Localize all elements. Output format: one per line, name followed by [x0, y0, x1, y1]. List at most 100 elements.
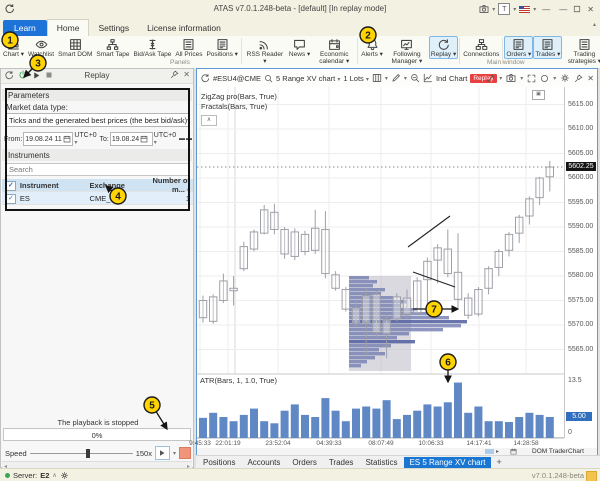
ribbon-tab-settings[interactable]: Settings	[89, 20, 138, 36]
ribbon-button-trades[interactable]: Trades ▾	[533, 36, 562, 59]
tab-positions[interactable]: Positions	[198, 457, 240, 468]
chart-screenshot-icon[interactable]	[506, 73, 516, 83]
pin-icon[interactable]	[170, 70, 179, 79]
tab-active-chart[interactable]: ES 5 Range XV chart	[404, 457, 490, 468]
price-axis[interactable]: 5615.005610.005605.005600.005595.005590.…	[564, 87, 597, 438]
ribbon-tab-home[interactable]: Home	[47, 19, 90, 37]
chart-pin-icon[interactable]	[574, 74, 583, 83]
replay-panel-title: Replay	[1, 71, 193, 80]
chart-hscrollbar[interactable]	[485, 449, 494, 454]
tab-accounts[interactable]: Accounts	[242, 457, 285, 468]
ribbon-group-divider	[241, 38, 242, 64]
resize-icon[interactable]	[486, 74, 495, 83]
trades-icon	[541, 38, 554, 51]
alerts-icon	[366, 38, 379, 51]
ribbon-button-news[interactable]: News ▾	[287, 36, 312, 59]
minimize-button[interactable]: —	[556, 5, 570, 14]
ribbon-button-trading-strategies[interactable]: Trading strategies ▾	[562, 36, 600, 66]
go-to-date-icon[interactable]	[510, 448, 517, 455]
font-settings-icon[interactable]: T	[498, 3, 510, 15]
ribbon-button-all-prices[interactable]: All Prices	[173, 36, 204, 59]
smart-tape-icon	[106, 38, 119, 51]
theme-icon[interactable]	[540, 74, 549, 83]
pane-restore-icon[interactable]: ▣	[532, 90, 545, 100]
ribbon-button-watchlist[interactable]: Watchlist	[26, 36, 56, 59]
legend-collapse-button[interactable]: ∧	[201, 115, 217, 126]
period-selector[interactable]: 5 Range XV chart ▾	[276, 74, 340, 83]
maximize-button[interactable]	[573, 5, 581, 13]
ribbon-button-bidask-tape[interactable]: Bid/Ask Tape	[132, 36, 174, 59]
smart-dom-icon	[69, 38, 82, 51]
ribbon-group-divider	[459, 38, 460, 64]
play-options-caret[interactable]: ▾	[173, 450, 176, 457]
notification-icon[interactable]	[586, 471, 597, 481]
playback-status: The playback is stopped	[1, 418, 195, 427]
ribbon-button-positions[interactable]: Positions ▾	[204, 36, 239, 59]
speed-label: Speed	[5, 449, 27, 458]
layout-icon[interactable]	[372, 73, 382, 83]
ribbon-button-alerts[interactable]: Alerts ▾	[359, 36, 385, 59]
ribbon-button-following-manager[interactable]: Following Manager ▾	[385, 36, 429, 66]
ribbon-tab-license-information[interactable]: License information	[138, 20, 230, 36]
server-expand-icon[interactable]: ∧	[52, 472, 56, 479]
slider-thumb[interactable]	[86, 449, 90, 458]
playback-progress-bar[interactable]: 0%	[3, 428, 191, 441]
dom-trader-link[interactable]: DOM Trader	[532, 448, 568, 455]
search-icon[interactable]	[264, 74, 273, 83]
ribbon-tab-row: LearnHomeSettingsLicense information	[0, 18, 600, 37]
following-manager-icon	[400, 38, 413, 51]
symbol-selector[interactable]: #ESU4@CME	[213, 74, 261, 83]
status-gear-icon[interactable]	[60, 471, 69, 480]
lots-selector[interactable]: 1 Lots ▾	[343, 74, 369, 83]
chart-close-icon[interactable]: ✕	[587, 74, 594, 83]
ribbon-collapse-icon[interactable]: ▴	[593, 21, 596, 28]
ribbon-button-smart-dom[interactable]: Smart DOM	[56, 36, 94, 59]
play-button[interactable]	[155, 446, 170, 460]
ribbon-button-orders[interactable]: Orders ▾	[504, 36, 533, 59]
orders-icon	[512, 38, 525, 51]
language-flag-icon[interactable]	[519, 6, 530, 13]
replay-icon	[437, 38, 450, 51]
drawing-tools-icon[interactable]	[391, 73, 401, 83]
speed-slider[interactable]	[30, 449, 133, 458]
chart-window: #ESU4@CME 5 Range XV chart ▾ 1 Lots ▾ ▾ …	[196, 68, 598, 455]
atr-indicator-label[interactable]: ATR(Bars, 1, 1.0, True)	[200, 376, 277, 385]
app-version: v7.0.1.248-beta	[532, 471, 584, 480]
collapse-button[interactable]: —	[539, 5, 553, 14]
time-tick: 14:28:58	[506, 440, 546, 447]
ribbon-button-connections[interactable]: Connections	[461, 36, 501, 59]
positions-icon	[216, 38, 229, 51]
connections-icon	[475, 38, 488, 51]
tab-orders[interactable]: Orders	[287, 457, 321, 468]
ribbon-group-label-main-window: Main window	[487, 59, 525, 66]
ribbon-button-replay[interactable]: Replay ▾	[429, 36, 458, 59]
ribbon-tab-learn[interactable]: Learn	[3, 20, 47, 36]
refresh-icon[interactable]	[200, 73, 210, 83]
fullscreen-icon[interactable]	[527, 74, 536, 83]
legend-zigzag[interactable]: ZigZag pro(Bars, True)	[201, 92, 277, 102]
ribbon-button-economic-calendar[interactable]: Economic calendar ▾	[312, 36, 356, 66]
scroll-right-icon[interactable]: ▸	[496, 448, 499, 455]
screenshot-icon[interactable]	[479, 4, 489, 14]
price-tick: 5585.00	[568, 248, 593, 255]
tab-statistics[interactable]: Statistics	[360, 457, 402, 468]
legend-fractals[interactable]: Fractals(Bars, True)	[201, 102, 277, 112]
tab-trades[interactable]: Trades	[324, 457, 359, 468]
time-tick: 23:52:04	[258, 440, 298, 447]
ribbon-button-chart[interactable]: Chart ▾	[1, 36, 26, 59]
workspace-tabs: PositionsAccountsOrdersTradesStatisticsE…	[196, 455, 600, 468]
settings-gear-icon[interactable]	[560, 73, 570, 83]
last-price-badge: 5602.25	[566, 162, 596, 171]
close-button[interactable]: ✕	[584, 5, 597, 14]
add-tab-button[interactable]: +	[493, 457, 506, 467]
chart-plot[interactable]	[197, 87, 564, 438]
ribbon-button-smart-tape[interactable]: Smart Tape	[94, 36, 131, 59]
all-prices-icon	[182, 38, 195, 51]
panel-close-icon[interactable]: ✕	[183, 70, 190, 79]
zoom-out-icon[interactable]	[410, 73, 420, 83]
ribbon-group-label-panels: Panels	[170, 59, 190, 66]
record-button[interactable]	[179, 447, 191, 459]
indicators-icon[interactable]	[423, 73, 433, 83]
ribbon-button-rss-reader[interactable]: RSS Reader ▾	[243, 36, 287, 66]
indicators-button[interactable]: Indicators	[436, 74, 446, 83]
